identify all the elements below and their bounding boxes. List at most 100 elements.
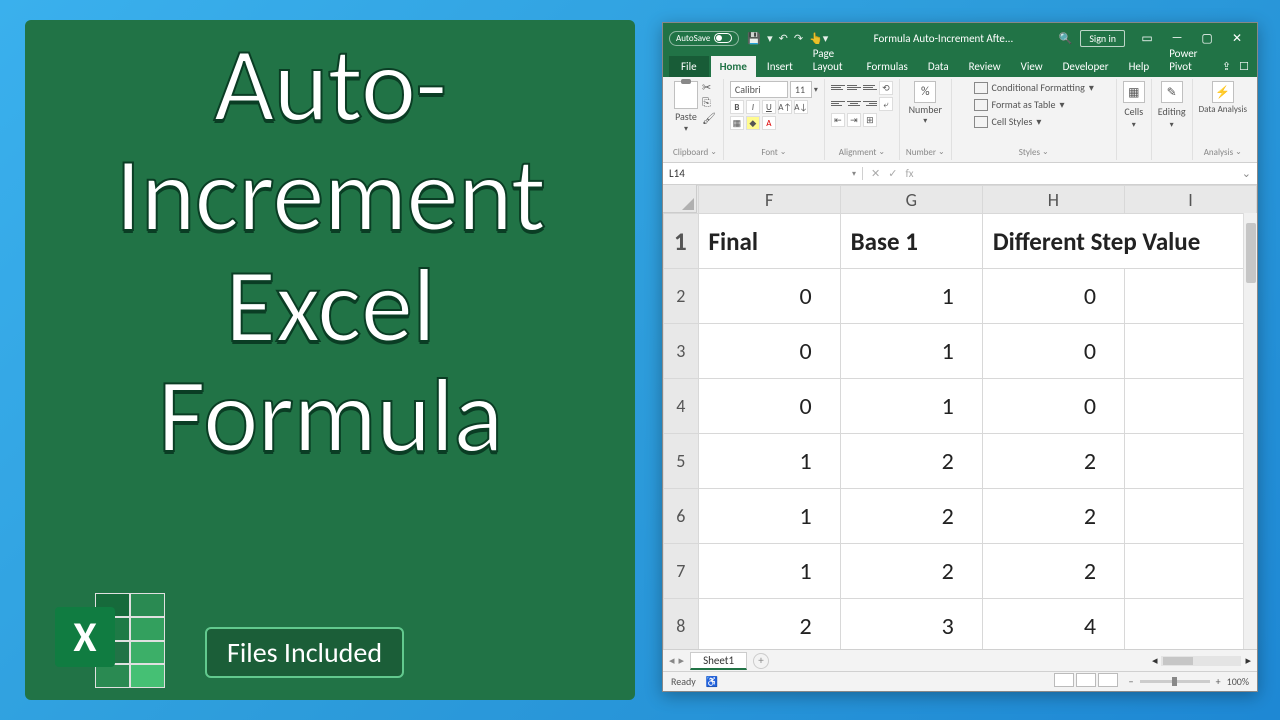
paste-button[interactable]: Paste ▾ [674, 81, 698, 134]
font-name-select[interactable]: Calibri [730, 81, 788, 98]
underline-button[interactable]: U [762, 100, 776, 114]
worksheet-grid[interactable]: F G H I 1 Final Base 1 Different Step Va… [663, 185, 1257, 649]
cell[interactable]: 3 [840, 599, 982, 650]
row-header-1[interactable]: 1 [664, 214, 699, 269]
tab-page-layout[interactable]: Page Layout [804, 43, 856, 77]
italic-button[interactable]: I [746, 100, 760, 114]
tab-file[interactable]: File [669, 56, 709, 77]
cell[interactable]: 2 [982, 544, 1124, 599]
sheet-tab-sheet1[interactable]: Sheet1 [690, 652, 747, 670]
sheet-nav-prev-icon[interactable]: ◂ [669, 654, 675, 667]
cell[interactable]: 0 [982, 269, 1124, 324]
align-center-icon[interactable] [847, 97, 861, 109]
number-format-button[interactable]: % Number ▾ [909, 81, 942, 126]
ribbon-options-icon[interactable]: ▭ [1133, 28, 1161, 48]
merge-button[interactable]: ⊞ [863, 113, 877, 127]
cell[interactable]: 0 [982, 379, 1124, 434]
tab-insert[interactable]: Insert [758, 56, 802, 77]
conditional-formatting-button[interactable]: Conditional Formatting ▾ [974, 81, 1094, 94]
format-as-table-button[interactable]: Format as Table ▾ [974, 98, 1094, 111]
border-button[interactable]: ▦ [730, 116, 744, 130]
page-break-view-button[interactable] [1098, 673, 1118, 687]
cell[interactable]: 0 [982, 324, 1124, 379]
toggle-off-icon[interactable] [714, 33, 732, 43]
cell[interactable] [1124, 489, 1256, 544]
select-all-corner[interactable] [663, 185, 697, 213]
row-header[interactable]: 3 [664, 324, 699, 379]
accept-formula-icon[interactable]: ✓ [888, 167, 897, 180]
vertical-scrollbar[interactable] [1243, 213, 1257, 649]
qat-dropdown-icon[interactable]: ▾ [767, 32, 773, 45]
fx-icon[interactable]: fx [905, 167, 913, 180]
search-icon[interactable]: 🔍 [1059, 32, 1073, 45]
tab-review[interactable]: Review [960, 56, 1010, 77]
cell[interactable]: 2 [982, 434, 1124, 489]
cell[interactable]: 1 [698, 544, 840, 599]
undo-icon[interactable]: ↶ [779, 32, 788, 45]
copy-icon[interactable]: ⎘ [702, 96, 716, 110]
cell[interactable]: 0 [698, 379, 840, 434]
cell[interactable] [1124, 434, 1256, 489]
page-layout-view-button[interactable] [1076, 673, 1096, 687]
align-top-icon[interactable] [831, 81, 845, 93]
tab-formulas[interactable]: Formulas [858, 56, 917, 77]
cell[interactable] [1124, 379, 1256, 434]
horizontal-scrollbar[interactable]: ◂▸ [775, 654, 1251, 667]
sheet-nav-next-icon[interactable]: ▸ [679, 654, 685, 667]
cells-button[interactable]: ▦ Cells▾ [1123, 81, 1145, 130]
align-left-icon[interactable] [831, 97, 845, 109]
orientation-button[interactable]: ⟲ [879, 81, 893, 95]
cell[interactable]: 1 [698, 489, 840, 544]
cell[interactable] [1124, 269, 1256, 324]
cell-G1[interactable]: Base 1 [840, 214, 982, 269]
name-box[interactable]: L14 [663, 167, 863, 180]
cell[interactable]: 1 [840, 324, 982, 379]
tab-home[interactable]: Home [711, 56, 756, 77]
tab-power-pivot[interactable]: Power Pivot [1160, 43, 1212, 77]
increase-indent-button[interactable]: ⇥ [847, 113, 861, 127]
font-color-button[interactable]: A [762, 116, 776, 130]
tab-view[interactable]: View [1012, 56, 1052, 77]
expand-formula-bar-icon[interactable]: ⌄ [1236, 167, 1257, 180]
col-header-H[interactable]: H [982, 186, 1124, 214]
shrink-font-button[interactable]: A↓ [794, 100, 808, 114]
zoom-slider[interactable] [1140, 680, 1210, 683]
bold-button[interactable]: B [730, 100, 744, 114]
editing-button[interactable]: ✎ Editing▾ [1158, 81, 1186, 130]
cut-icon[interactable]: ✂ [702, 81, 716, 94]
col-header-I[interactable]: I [1124, 186, 1256, 214]
zoom-out-button[interactable]: − [1129, 675, 1134, 688]
cell[interactable]: 1 [840, 269, 982, 324]
data-analysis-button[interactable]: ⚡ Data Analysis [1199, 81, 1247, 114]
add-sheet-button[interactable]: + [753, 653, 769, 669]
decrease-indent-button[interactable]: ⇤ [831, 113, 845, 127]
cell-styles-button[interactable]: Cell Styles ▾ [974, 115, 1094, 128]
cell[interactable] [1124, 544, 1256, 599]
touch-mode-icon[interactable]: 👆▾ [809, 32, 828, 45]
font-size-select[interactable]: 11 [790, 81, 812, 98]
grow-font-button[interactable]: A↑ [778, 100, 792, 114]
cell[interactable]: 1 [698, 434, 840, 489]
tab-help[interactable]: Help [1120, 56, 1159, 77]
comments-icon[interactable]: ☐ [1239, 60, 1249, 73]
zoom-in-button[interactable]: + [1216, 675, 1221, 688]
cell[interactable]: 1 [840, 379, 982, 434]
align-right-icon[interactable] [863, 97, 877, 109]
cell[interactable]: 2 [840, 434, 982, 489]
cell-F1[interactable]: Final [698, 214, 840, 269]
tab-data[interactable]: Data [919, 56, 958, 77]
col-header-F[interactable]: F [698, 186, 840, 214]
cell[interactable]: 2 [840, 544, 982, 599]
normal-view-button[interactable] [1054, 673, 1074, 687]
redo-icon[interactable]: ↷ [794, 32, 803, 45]
accessibility-icon[interactable]: ♿ [706, 675, 718, 688]
wrap-text-button[interactable]: ⤶ [879, 97, 893, 111]
row-header[interactable]: 4 [664, 379, 699, 434]
row-header[interactable]: 7 [664, 544, 699, 599]
row-header[interactable]: 8 [664, 599, 699, 650]
row-header[interactable]: 5 [664, 434, 699, 489]
tab-developer[interactable]: Developer [1054, 56, 1118, 77]
share-icon[interactable]: ⇪ [1222, 60, 1231, 73]
cell[interactable] [1124, 324, 1256, 379]
autosave-toggle[interactable]: AutoSave [669, 31, 739, 46]
